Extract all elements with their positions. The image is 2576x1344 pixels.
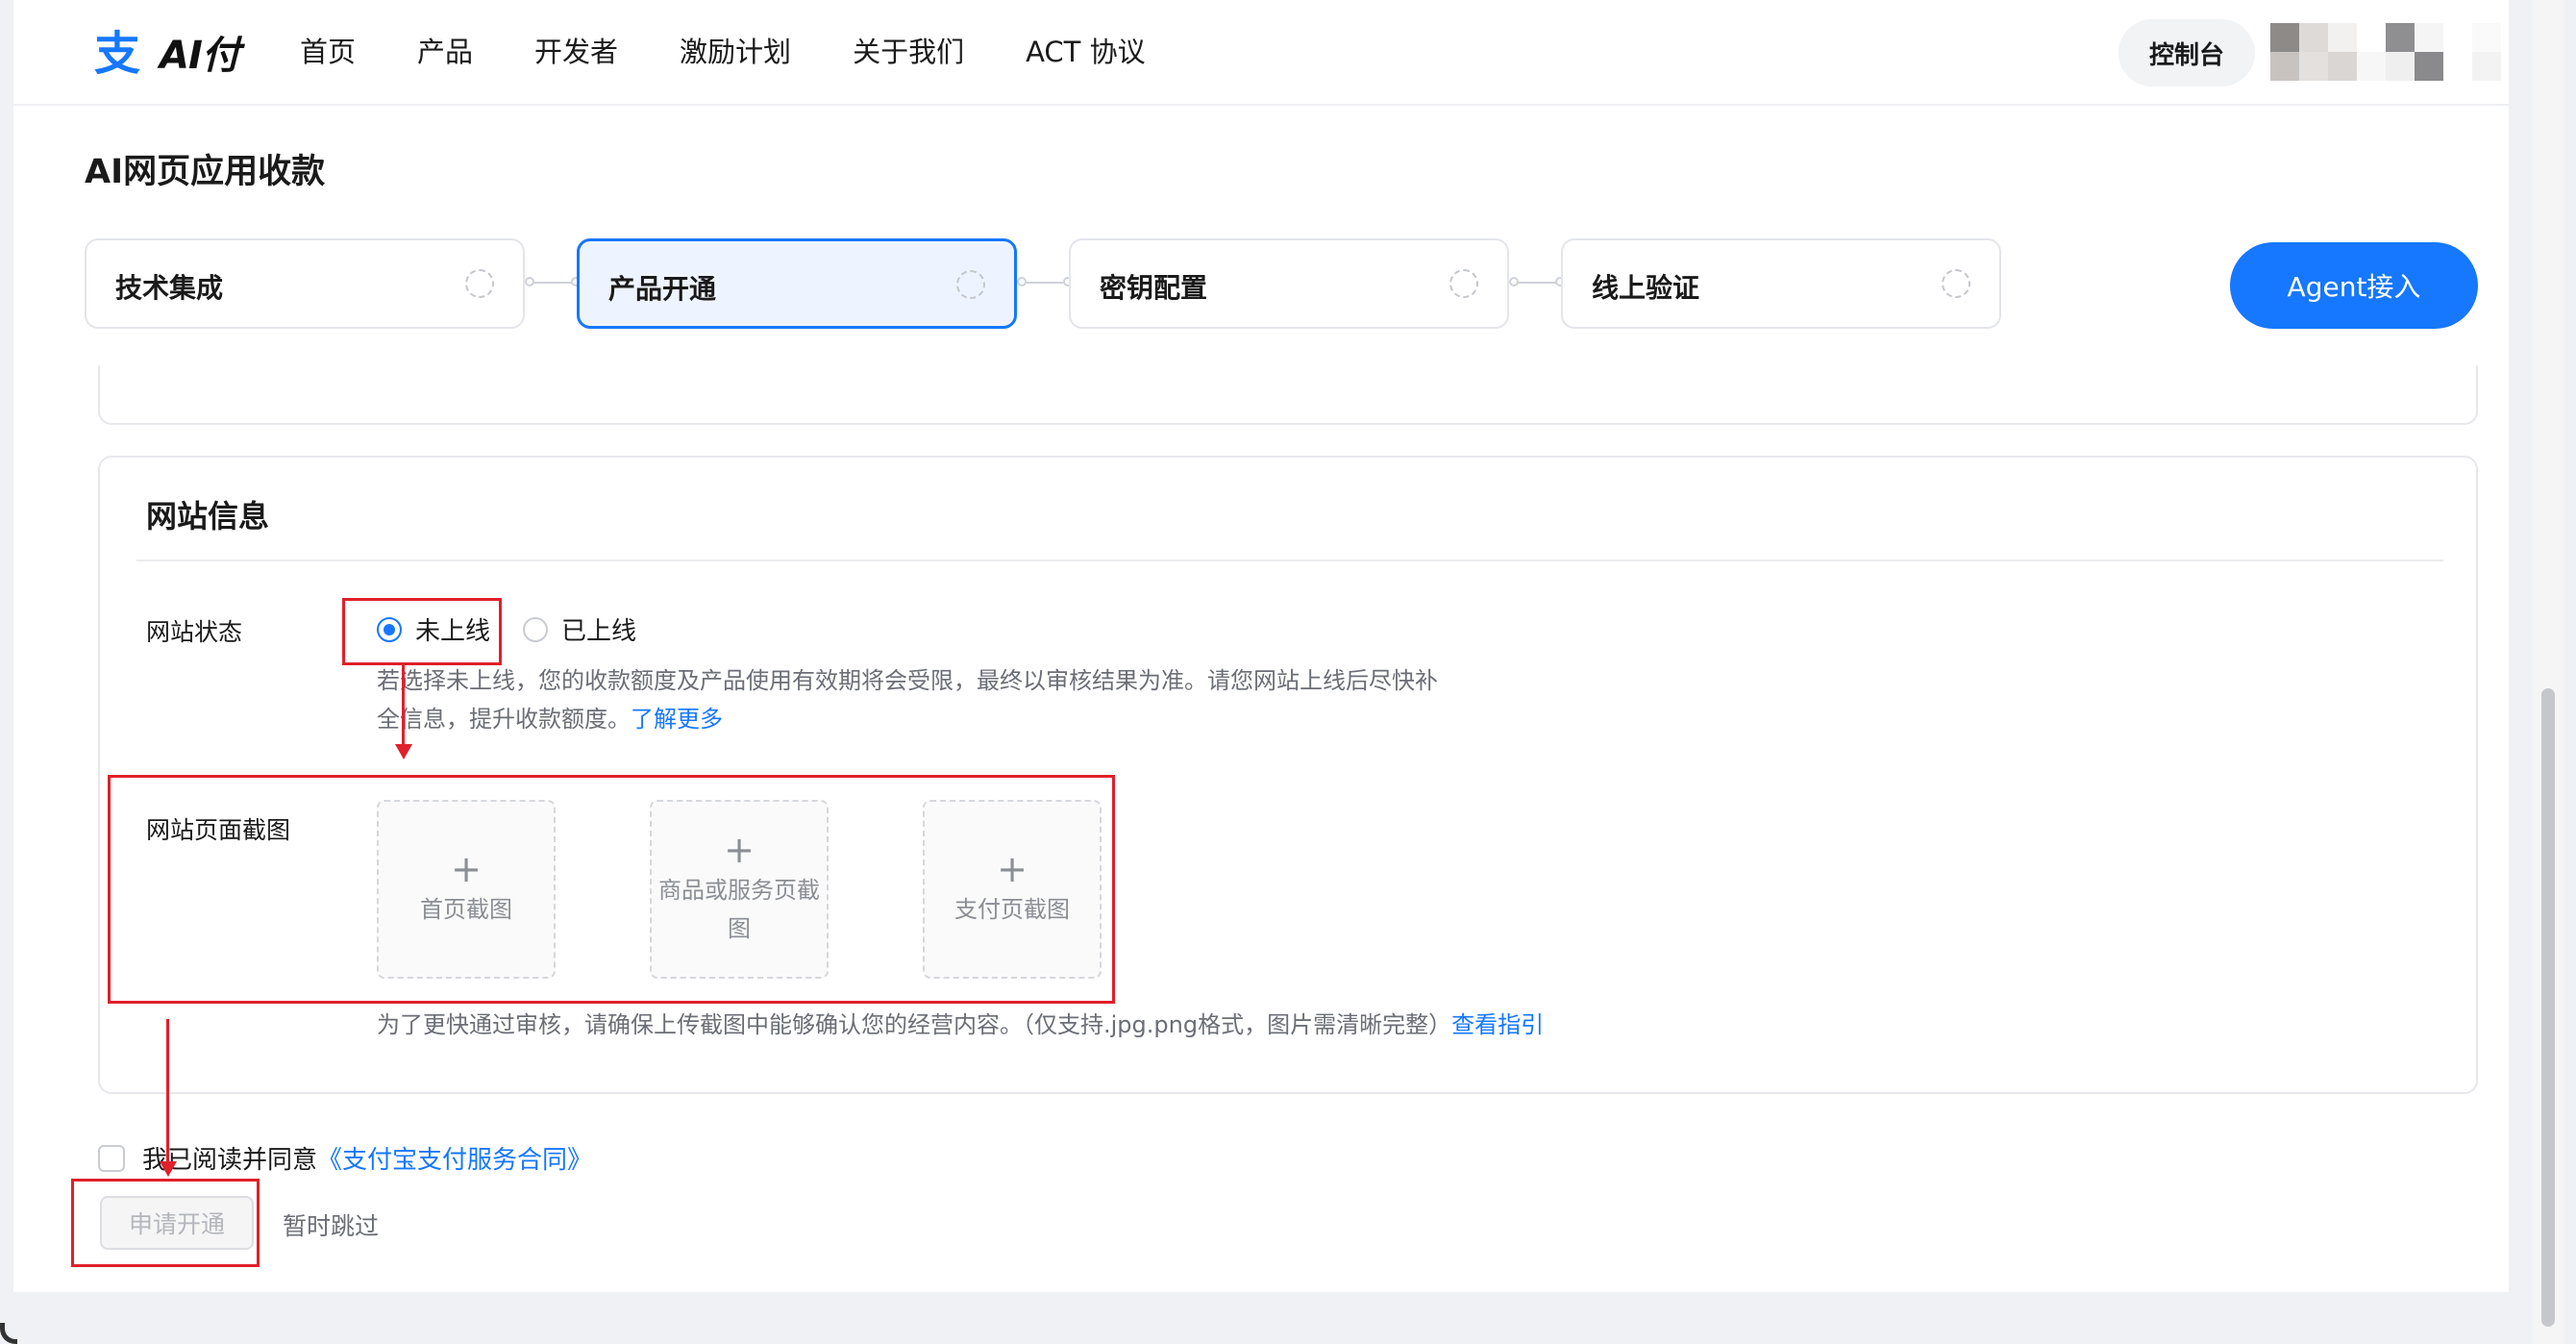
radio-unchecked-icon bbox=[523, 616, 548, 642]
pending-circle-icon bbox=[956, 270, 985, 299]
agent-access-button[interactable]: Agent接入 bbox=[2230, 242, 2478, 329]
annotation-box-apply bbox=[71, 1179, 260, 1267]
window-corner bbox=[0, 1323, 17, 1344]
nav-link-incentives[interactable]: 激励计划 bbox=[680, 29, 791, 75]
agreement-checkbox[interactable] bbox=[98, 1144, 125, 1172]
step-connector bbox=[1509, 277, 1565, 286]
step-key-config[interactable]: 密钥配置 bbox=[1069, 238, 1509, 329]
user-avatar[interactable] bbox=[2270, 23, 2501, 83]
service-contract-link[interactable]: 《支付宝支付服务合同》 bbox=[317, 1140, 592, 1176]
annotation-arrow-line bbox=[402, 665, 405, 746]
step-label: 产品开通 bbox=[608, 273, 717, 305]
upload-hint-text: 为了更快通过审核，请确保上传截图中能够确认您的经营内容。（仅支持.jpg.png… bbox=[377, 1011, 1452, 1038]
step-indicator: 技术集成 产品开通 密钥配置 线上验证 bbox=[85, 238, 2132, 333]
page-title: AI网页应用收款 bbox=[85, 153, 326, 191]
logo-glyph: 支 bbox=[94, 27, 140, 79]
pending-circle-icon bbox=[1449, 269, 1478, 298]
step-label: 技术集成 bbox=[115, 272, 224, 304]
annotation-arrow-line bbox=[166, 1019, 169, 1163]
nav-link-about[interactable]: 关于我们 bbox=[853, 29, 964, 75]
skip-link[interactable]: 暂时跳过 bbox=[283, 1207, 379, 1242]
console-button[interactable]: 控制台 bbox=[2118, 19, 2255, 87]
pending-circle-icon bbox=[1942, 269, 1970, 298]
app-window: 支 AI付 首页 产品 开发者 激励计划 关于我们 ACT 协议 控制台 AI网… bbox=[0, 0, 2576, 1344]
annotation-arrowhead bbox=[395, 744, 412, 759]
step-connector bbox=[1017, 277, 1073, 286]
vertical-scrollbar[interactable] bbox=[2534, 0, 2563, 1344]
step-label: 密钥配置 bbox=[1100, 272, 1208, 304]
radio-online[interactable]: 已上线 bbox=[523, 611, 636, 647]
upload-hint: 为了更快通过审核，请确保上传截图中能够确认您的经营内容。（仅支持.jpg.png… bbox=[377, 1006, 1544, 1044]
website-status-label: 网站状态 bbox=[146, 618, 243, 646]
radio-label: 已上线 bbox=[561, 617, 637, 646]
step-label: 线上验证 bbox=[1592, 272, 1700, 304]
scrollbar-thumb[interactable] bbox=[2541, 688, 2555, 1327]
step-connector bbox=[525, 277, 581, 286]
top-navigation: 支 AI付 首页 产品 开发者 激励计划 关于我们 ACT 协议 控制台 bbox=[13, 0, 2509, 106]
learn-more-link[interactable]: 了解更多 bbox=[631, 706, 723, 733]
status-hint-line1: 若选择未上线，您的收款额度及产品使用有效期将会受限，最终以审核结果为准。请您网站… bbox=[377, 667, 1438, 694]
step-product-activation[interactable]: 产品开通 bbox=[577, 238, 1017, 329]
nav-link-products[interactable]: 产品 bbox=[417, 29, 473, 75]
status-hint-line2: 全信息，提升收款额度。 bbox=[377, 706, 631, 733]
annotation-arrowhead bbox=[160, 1161, 177, 1177]
nav-link-developers[interactable]: 开发者 bbox=[534, 29, 618, 75]
previous-card-edge bbox=[98, 365, 2478, 425]
status-hint: 若选择未上线，您的收款额度及产品使用有效期将会受限，最终以审核结果为准。请您网站… bbox=[377, 661, 1626, 738]
view-guide-link[interactable]: 查看指引 bbox=[1451, 1011, 1544, 1038]
status-hint-line2-wrap: 全信息，提升收款额度。了解更多 bbox=[377, 700, 1626, 738]
pending-circle-icon bbox=[465, 269, 494, 298]
brand-logo[interactable]: 支 AI付 bbox=[92, 23, 240, 81]
step-online-verify[interactable]: 线上验证 bbox=[1561, 238, 2001, 329]
nav-links: 首页 产品 开发者 激励计划 关于我们 ACT 协议 bbox=[300, 29, 1207, 75]
annotation-box-status bbox=[342, 598, 502, 665]
card-title: 网站信息 bbox=[146, 498, 270, 535]
divider bbox=[136, 560, 2443, 561]
annotation-box-screenshots bbox=[108, 775, 1115, 1004]
nav-link-act-protocol[interactable]: ACT 协议 bbox=[1026, 29, 1146, 75]
nav-link-home[interactable]: 首页 bbox=[300, 29, 356, 75]
logo-text: AI付 bbox=[160, 34, 240, 78]
step-tech-integration[interactable]: 技术集成 bbox=[85, 238, 525, 329]
alipay-logo-icon: 支 bbox=[94, 27, 140, 79]
